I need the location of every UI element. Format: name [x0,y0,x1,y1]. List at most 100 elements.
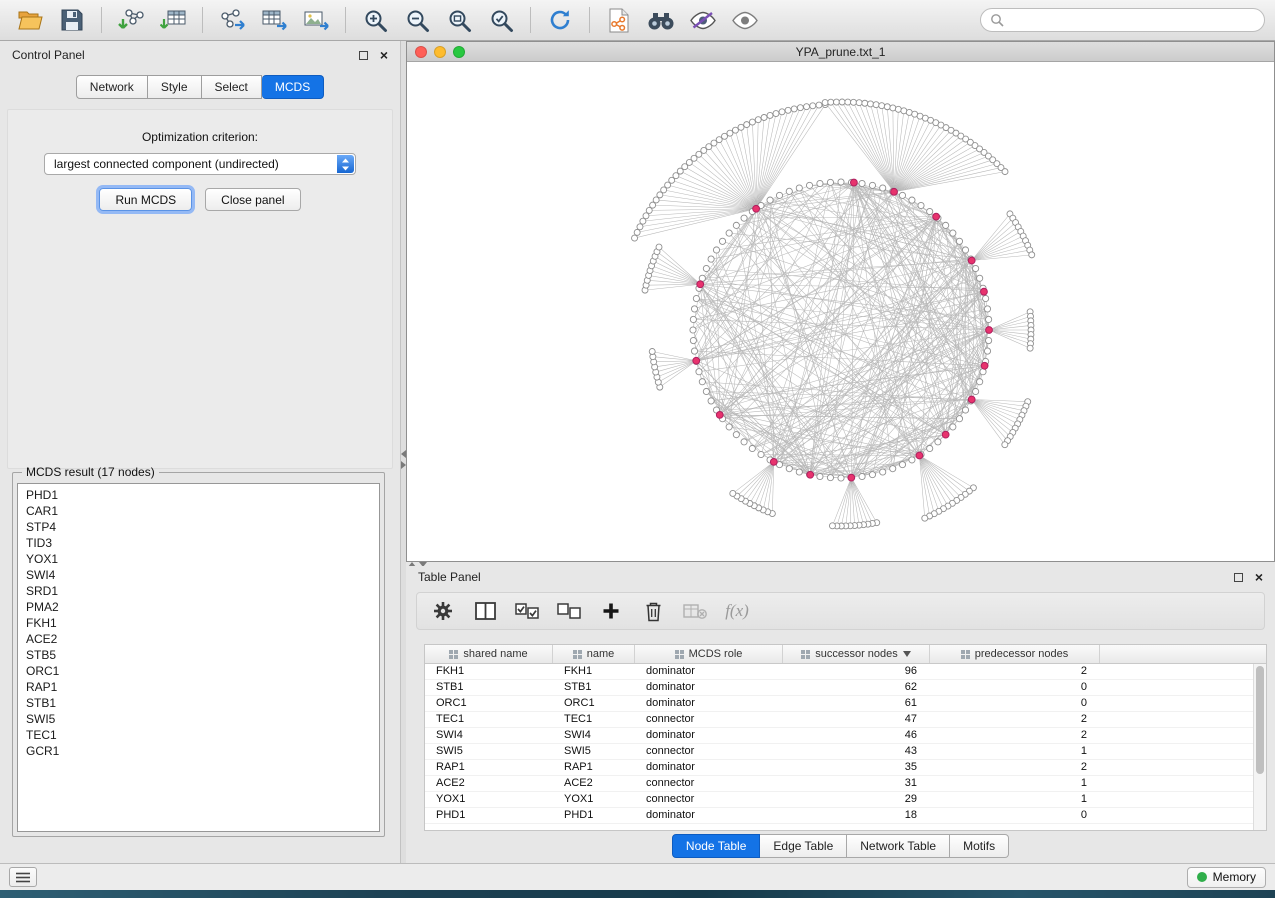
show-all-button[interactable] [725,4,765,37]
table-row[interactable]: ACE2ACE2connector311 [425,776,1253,792]
mcds-result-item[interactable]: CAR1 [26,503,371,519]
column-header-name[interactable]: name [553,645,635,663]
table-scrollbar[interactable] [1253,664,1266,830]
tab-node-table[interactable]: Node Table [672,834,761,858]
import-network-button[interactable] [111,4,151,37]
column-header-label: MCDS role [689,648,743,660]
add-column-button[interactable] [599,598,623,624]
save-session-button[interactable] [52,4,92,37]
table-cell: SWI5 [553,744,635,759]
table-scrollbar-thumb[interactable] [1256,666,1264,774]
table-cell: 61 [783,696,930,711]
table-row[interactable]: PHD1PHD1dominator180 [425,808,1253,824]
table-row[interactable]: SWI4SWI4dominator462 [425,728,1253,744]
export-image-button[interactable] [296,4,336,37]
panel-menu-button[interactable] [9,867,37,887]
zoom-fit-button[interactable] [439,4,479,37]
table-cell: SWI4 [553,728,635,743]
network-canvas[interactable] [407,62,1274,561]
tab-network[interactable]: Network [76,75,148,99]
table-cell: connector [635,776,783,791]
export-image-icon [303,8,330,32]
tab-mcds[interactable]: MCDS [262,75,324,99]
optimization-criterion-select[interactable]: largest connected component (undirected) [44,153,356,175]
tab-select[interactable]: Select [202,75,262,99]
mcds-result-item[interactable]: RAP1 [26,679,371,695]
export-network-button[interactable] [212,4,252,37]
mcds-result-item[interactable]: STB1 [26,695,371,711]
column-header-successor-nodes[interactable]: successor nodes [783,645,930,663]
table-row[interactable]: STB1STB1dominator620 [425,680,1253,696]
deselect-all-button[interactable] [557,598,581,624]
criterion-selected-value: largest connected component (undirected) [54,157,279,171]
zoom-out-button[interactable] [397,4,437,37]
table-row[interactable]: YOX1YOX1connector291 [425,792,1253,808]
network-window-title: YPA_prune.txt_1 [407,45,1274,59]
table-settings-button[interactable] [431,598,455,624]
main-toolbar [0,0,1275,41]
mcds-result-item[interactable]: FKH1 [26,615,371,631]
tab-edge-table[interactable]: Edge Table [760,834,847,858]
refresh-view-button[interactable] [540,4,580,37]
column-header-MCDS-role[interactable]: MCDS role [635,645,783,663]
mcds-tab-page: Optimization criterion: largest connecte… [7,109,393,469]
table-cell: FKH1 [553,664,635,679]
float-panel-icon[interactable] [359,51,368,60]
close-table-panel-icon[interactable]: × [1255,573,1263,582]
mcds-result-item[interactable]: STP4 [26,519,371,535]
memory-button[interactable]: Memory [1187,867,1266,888]
binoculars-icon [647,10,675,31]
delete-column-button[interactable] [641,598,665,624]
mcds-result-item[interactable]: YOX1 [26,551,371,567]
export-table-button[interactable] [254,4,294,37]
table-cell: dominator [635,696,783,711]
column-header-shared-name[interactable]: shared name [425,645,553,663]
float-table-panel-icon[interactable] [1234,573,1243,582]
mcds-result-item[interactable]: TEC1 [26,727,371,743]
table-row[interactable]: SWI5SWI5connector431 [425,744,1253,760]
close-panel-icon[interactable]: × [380,51,388,60]
close-panel-button[interactable]: Close panel [205,188,300,211]
search-input[interactable] [1010,13,1255,27]
tab-network-table[interactable]: Network Table [847,834,950,858]
minimize-window-icon[interactable] [434,46,446,58]
table-cell: connector [635,744,783,759]
zoom-selected-button[interactable] [481,4,521,37]
maximize-window-icon[interactable] [453,46,465,58]
select-all-button[interactable] [515,598,539,624]
table-row[interactable]: ORC1ORC1dominator610 [425,696,1253,712]
zoom-in-button[interactable] [355,4,395,37]
import-table-button[interactable] [153,4,193,37]
column-header-label: name [587,648,615,660]
mcds-result-item[interactable]: ACE2 [26,631,371,647]
mcds-result-item[interactable]: SWI4 [26,567,371,583]
mcds-result-item[interactable]: TID3 [26,535,371,551]
mcds-result-list[interactable]: PHD1CAR1STP4TID3YOX1SWI4SRD1PMA2FKH1ACE2… [17,483,380,832]
hide-selected-button[interactable] [683,4,723,37]
table-tabs: Node TableEdge TableNetwork TableMotifs [406,834,1275,858]
share-document-button[interactable] [599,4,639,37]
table-row[interactable]: RAP1RAP1dominator352 [425,760,1253,776]
tab-style[interactable]: Style [148,75,202,99]
mcds-result-item[interactable]: PHD1 [26,487,371,503]
close-window-icon[interactable] [415,46,427,58]
search-icon [990,13,1004,27]
tab-motifs[interactable]: Motifs [950,834,1009,858]
show-columns-button[interactable] [473,598,497,624]
mcds-result-item[interactable]: GCR1 [26,743,371,759]
mcds-result-item[interactable]: STB5 [26,647,371,663]
table-row[interactable]: FKH1FKH1dominator962 [425,664,1253,680]
search-box[interactable] [980,8,1265,32]
mcds-result-item[interactable]: ORC1 [26,663,371,679]
table-cell: 2 [930,712,1100,727]
table-cell: 1 [930,792,1100,807]
find-button[interactable] [641,4,681,37]
mcds-result-item[interactable]: SRD1 [26,583,371,599]
column-header-predecessor-nodes[interactable]: predecessor nodes [930,645,1100,663]
open-session-button[interactable] [10,4,50,37]
mcds-result-item[interactable]: SWI5 [26,711,371,727]
run-mcds-button[interactable]: Run MCDS [99,188,192,211]
table-row[interactable]: TEC1TEC1connector472 [425,712,1253,728]
mcds-result-item[interactable]: PMA2 [26,599,371,615]
table-cell: connector [635,712,783,727]
